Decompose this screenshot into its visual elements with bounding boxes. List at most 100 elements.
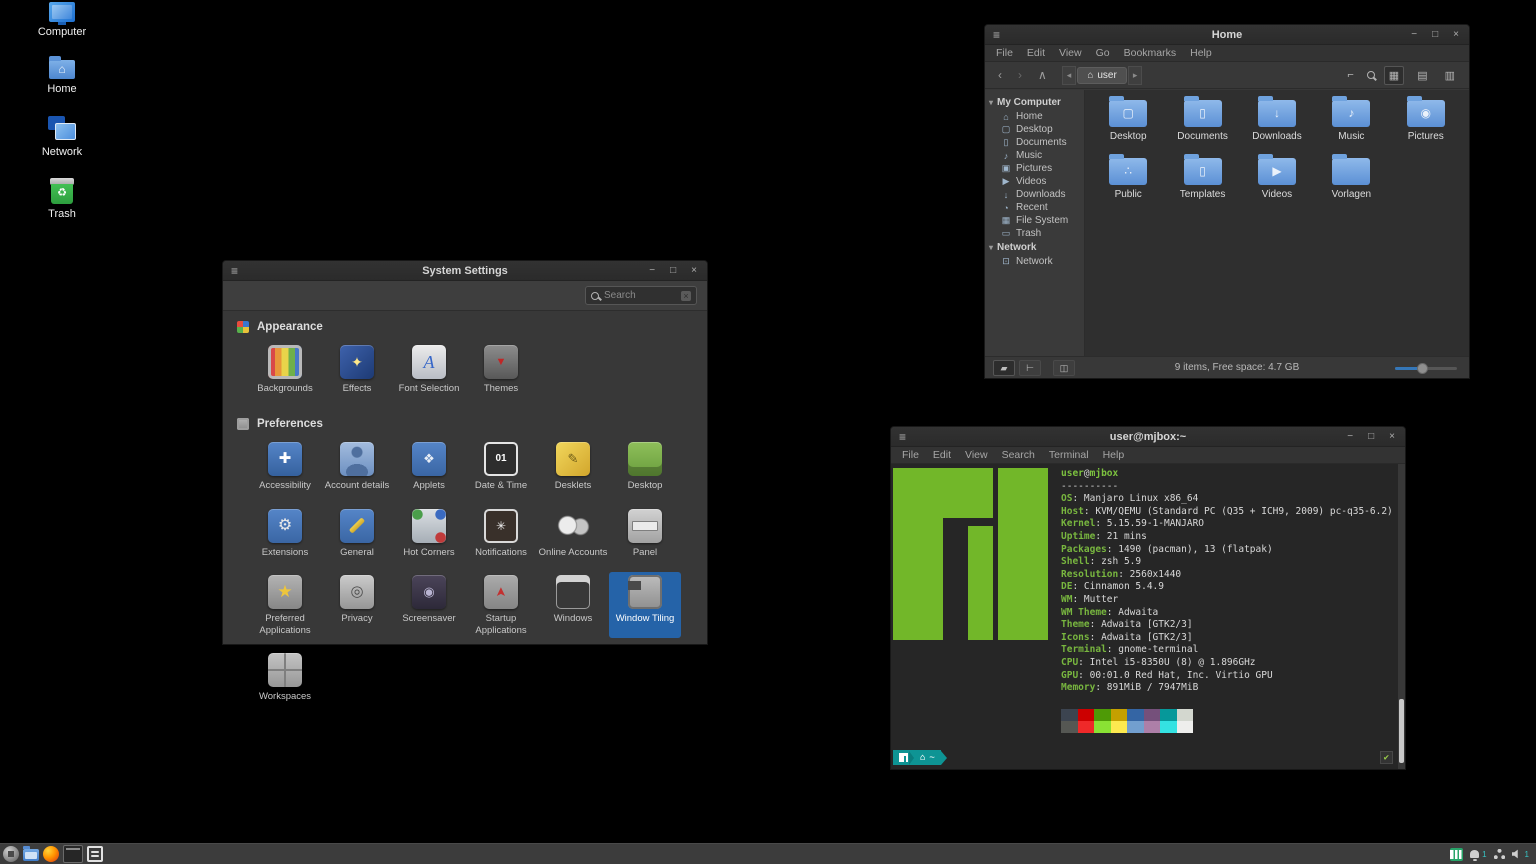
- desktop-icon-home[interactable]: Home: [20, 56, 104, 95]
- settings-item-preferred-applications[interactable]: Preferred Applications: [249, 572, 321, 638]
- menu-search[interactable]: Search: [995, 449, 1042, 461]
- settings-item-effects[interactable]: Effects: [321, 342, 393, 396]
- volume-tray-icon[interactable]: [1512, 849, 1522, 859]
- settings-item-desktop[interactable]: Desktop: [609, 439, 681, 493]
- settings-item-date-time[interactable]: Date & Time: [465, 439, 537, 493]
- network-tray-icon[interactable]: [1494, 849, 1505, 859]
- settings-item-applets[interactable]: Applets: [393, 439, 465, 493]
- settings-item-general[interactable]: General: [321, 506, 393, 560]
- menu-edit[interactable]: Edit: [1020, 47, 1052, 59]
- files-launcher[interactable]: [23, 849, 39, 861]
- sidebar-item-desktop[interactable]: Desktop: [985, 123, 1084, 136]
- terminal-scrollbar[interactable]: [1398, 464, 1405, 769]
- settings-item-hot-corners[interactable]: Hot Corners: [393, 506, 465, 560]
- desktop-icon-trash[interactable]: Trash: [20, 176, 104, 220]
- menu-terminal[interactable]: Terminal: [1042, 449, 1096, 461]
- clear-search-icon[interactable]: [681, 291, 691, 301]
- toggle-sidebar-button[interactable]: [1053, 360, 1075, 376]
- menu-view[interactable]: View: [1052, 47, 1089, 59]
- maximize-button[interactable]: □: [1432, 25, 1438, 45]
- maximize-button[interactable]: □: [670, 261, 676, 281]
- settings-search-box[interactable]: [585, 286, 697, 305]
- settings-item-screensaver[interactable]: Screensaver: [393, 572, 465, 638]
- breadcrumb-prev-icon[interactable]: ◂: [1062, 66, 1077, 85]
- toggle-location-entry-icon[interactable]: ⌐: [1343, 67, 1357, 83]
- show-places-button[interactable]: [993, 360, 1015, 376]
- sidebar-item-pictures[interactable]: Pictures: [985, 162, 1084, 175]
- settings-item-startup-applications[interactable]: Startup Applications: [465, 572, 537, 638]
- up-button[interactable]: ∧: [1031, 67, 1054, 83]
- list-view-button[interactable]: [1413, 67, 1431, 84]
- sidebar-item-downloads[interactable]: Downloads: [985, 188, 1084, 201]
- fm-titlebar[interactable]: ≡ Home − □ ×: [985, 25, 1469, 45]
- package-updates-tray-icon[interactable]: [1450, 848, 1463, 861]
- menu-view[interactable]: View: [958, 449, 995, 461]
- sidebar-item-music[interactable]: Music: [985, 149, 1084, 162]
- close-button[interactable]: ×: [1453, 25, 1459, 45]
- sidebar-item-network[interactable]: Network: [985, 255, 1084, 268]
- sidebar-item-recent[interactable]: Recent: [985, 201, 1084, 214]
- menu-go[interactable]: Go: [1089, 47, 1117, 59]
- hamburger-menu-icon[interactable]: ≡: [993, 29, 1000, 41]
- zoom-slider[interactable]: [1395, 362, 1457, 374]
- menu-help[interactable]: Help: [1096, 449, 1132, 461]
- folder-public[interactable]: Public: [1091, 158, 1165, 200]
- menu-button[interactable]: [3, 846, 19, 862]
- sidebar-item-home[interactable]: Home: [985, 110, 1084, 123]
- folder-templates[interactable]: Templates: [1166, 158, 1240, 200]
- sidebar-item-file-system[interactable]: File System: [985, 214, 1084, 227]
- settings-item-notifications[interactable]: Notifications: [465, 506, 537, 560]
- desktop-icon-network[interactable]: Network: [20, 116, 104, 158]
- breadcrumb-next-icon[interactable]: ▸: [1128, 66, 1143, 85]
- folder-vorlagen[interactable]: Vorlagen: [1314, 158, 1388, 200]
- menu-edit[interactable]: Edit: [926, 449, 958, 461]
- menu-help[interactable]: Help: [1183, 47, 1219, 59]
- minimize-button[interactable]: −: [1411, 25, 1417, 45]
- search-input[interactable]: [604, 290, 676, 301]
- folder-downloads[interactable]: Downloads: [1240, 100, 1314, 142]
- menu-bookmarks[interactable]: Bookmarks: [1117, 47, 1184, 59]
- settings-item-accessibility[interactable]: Accessibility: [249, 439, 321, 493]
- firefox-launcher[interactable]: [43, 846, 59, 862]
- terminal-content[interactable]: user@mjbox ---------- OS Manjaro Linux x…: [891, 464, 1405, 769]
- settings-item-font-selection[interactable]: Font Selection: [393, 342, 465, 396]
- settings-item-account-details[interactable]: Account details: [321, 439, 393, 493]
- settings-item-panel[interactable]: Panel: [609, 506, 681, 560]
- breadcrumb-home-button[interactable]: user: [1077, 67, 1127, 84]
- settings-titlebar[interactable]: ≡ System Settings − □ ×: [223, 261, 707, 281]
- sidebar-section-network[interactable]: Network: [985, 240, 1084, 255]
- settings-item-workspaces[interactable]: Workspaces: [249, 650, 321, 704]
- sidebar-item-trash[interactable]: Trash: [985, 227, 1084, 240]
- hamburger-menu-icon[interactable]: ≡: [231, 265, 238, 277]
- folder-videos[interactable]: Videos: [1240, 158, 1314, 200]
- terminal-window-button[interactable]: [63, 845, 83, 863]
- sidebar-section-my-computer[interactable]: My Computer: [985, 95, 1084, 110]
- icon-view-button[interactable]: [1384, 66, 1404, 85]
- minimize-button[interactable]: −: [1347, 427, 1353, 447]
- hamburger-menu-icon[interactable]: ≡: [899, 431, 906, 443]
- minimize-button[interactable]: −: [649, 261, 655, 281]
- close-button[interactable]: ×: [691, 261, 697, 281]
- folder-documents[interactable]: Documents: [1166, 100, 1240, 142]
- menu-file[interactable]: File: [895, 449, 926, 461]
- forward-button[interactable]: ›: [1011, 67, 1029, 83]
- notifications-bell-icon[interactable]: [1470, 850, 1479, 858]
- folder-pictures[interactable]: Pictures: [1389, 100, 1463, 142]
- settings-item-online-accounts[interactable]: Online Accounts: [537, 506, 609, 560]
- desktop-icon-computer[interactable]: Computer: [20, 2, 104, 38]
- back-button[interactable]: ‹: [991, 67, 1009, 83]
- settings-item-desklets[interactable]: Desklets: [537, 439, 609, 493]
- settings-item-themes[interactable]: Themes: [465, 342, 537, 396]
- folder-desktop[interactable]: Desktop: [1091, 100, 1165, 142]
- window-list-button[interactable]: [87, 846, 103, 862]
- settings-item-backgrounds[interactable]: Backgrounds: [249, 342, 321, 396]
- maximize-button[interactable]: □: [1368, 427, 1374, 447]
- close-button[interactable]: ×: [1389, 427, 1395, 447]
- settings-item-windows[interactable]: Windows: [537, 572, 609, 638]
- search-icon[interactable]: [1367, 71, 1375, 79]
- sidebar-item-documents[interactable]: Documents: [985, 136, 1084, 149]
- terminal-titlebar[interactable]: ≡ user@mjbox:~ − □ ×: [891, 427, 1405, 447]
- menu-file[interactable]: File: [989, 47, 1020, 59]
- settings-item-privacy[interactable]: Privacy: [321, 572, 393, 638]
- compact-view-button[interactable]: [1441, 67, 1459, 84]
